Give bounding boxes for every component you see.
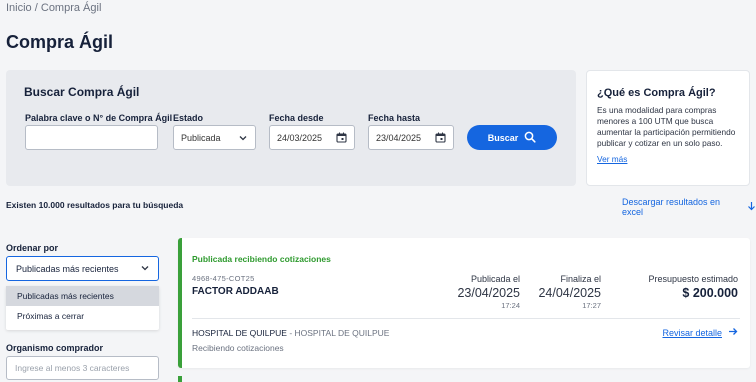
closes-label: Finaliza el bbox=[560, 274, 601, 284]
budget-column: Presupuesto estimado $ 200.000 bbox=[648, 274, 738, 300]
next-result-card-edge bbox=[178, 376, 182, 382]
download-label: Descargar resultados en excel bbox=[622, 197, 721, 217]
review-detail-link[interactable]: Revisar detalle bbox=[662, 327, 738, 338]
arrow-down-icon bbox=[747, 201, 756, 213]
keyword-input[interactable] bbox=[25, 125, 158, 150]
organismo-label: Organismo comprador bbox=[6, 343, 104, 353]
org-unit: HOSPITAL DE QUILPUE bbox=[294, 328, 390, 338]
org-name: HOSPITAL DE QUILPUE bbox=[192, 328, 287, 338]
budget-value: $ 200.000 bbox=[682, 286, 738, 300]
estado-label: Estado bbox=[173, 113, 204, 123]
card-organization: HOSPITAL DE QUILPUE - HOSPITAL DE QUILPU… bbox=[192, 328, 389, 338]
sort-dropdown: Publicadas más recientes Próximas a cerr… bbox=[6, 286, 159, 330]
estado-value: Publicada bbox=[181, 132, 221, 143]
page-title: Compra Ágil bbox=[6, 32, 114, 52]
download-results-link[interactable]: Descargar resultados en excel bbox=[622, 197, 756, 217]
breadcrumb-current: Compra Ágil bbox=[40, 2, 102, 14]
result-card: Publicada recibiendo cotizaciones 4968-4… bbox=[178, 238, 750, 368]
sort-value: Publicadas más recientes bbox=[16, 263, 119, 274]
arrow-right-icon bbox=[728, 327, 738, 338]
card-code: 4968-475-COT25 bbox=[192, 274, 255, 283]
organismo-input[interactable]: Ingrese al menos 3 caracteres bbox=[6, 356, 159, 380]
card-divider bbox=[192, 318, 740, 319]
fecha-hasta-label: Fecha hasta bbox=[368, 113, 421, 123]
org-separator: - bbox=[286, 328, 295, 338]
sort-option[interactable]: Publicadas más recientes bbox=[6, 286, 159, 306]
published-label: Publicada el bbox=[470, 274, 520, 284]
breadcrumb-separator: / bbox=[34, 2, 38, 14]
card-status: Publicada recibiendo cotizaciones bbox=[192, 254, 331, 264]
closes-column: Finaliza el 24/04/2025 17:27 bbox=[538, 274, 601, 310]
card-name: FACTOR ADDAAB bbox=[192, 286, 279, 297]
search-panel: Buscar Compra Ágil Palabra clave o N° de… bbox=[6, 70, 576, 186]
keyword-label: Palabra clave o N° de Compra Ágil bbox=[25, 113, 173, 123]
card-sub-status: Recibiendo cotizaciones bbox=[192, 343, 284, 353]
budget-label: Presupuesto estimado bbox=[648, 274, 738, 284]
closes-date: 24/04/2025 bbox=[538, 286, 601, 300]
chevron-down-icon bbox=[140, 263, 150, 275]
info-title: ¿Qué es Compra Ágil? bbox=[597, 87, 716, 99]
search-panel-title: Buscar Compra Ágil bbox=[24, 85, 140, 99]
info-panel: ¿Qué es Compra Ágil? Es una modalidad pa… bbox=[586, 70, 750, 186]
calendar-icon[interactable] bbox=[336, 132, 347, 143]
closes-time: 17:27 bbox=[582, 301, 601, 310]
sort-option[interactable]: Próximas a cerrar bbox=[6, 306, 159, 326]
breadcrumb-home[interactable]: Inicio bbox=[6, 2, 32, 14]
published-date: 23/04/2025 bbox=[457, 286, 520, 300]
organismo-placeholder: Ingrese al menos 3 caracteres bbox=[15, 363, 130, 373]
fecha-desde-value: 24/03/2025 bbox=[277, 132, 323, 143]
estado-select[interactable]: Publicada bbox=[173, 125, 256, 150]
fecha-desde-label: Fecha desde bbox=[269, 113, 324, 123]
chevron-down-icon bbox=[238, 133, 248, 143]
sort-select[interactable]: Publicadas más recientes bbox=[6, 256, 159, 281]
info-description: Es una modalidad para compras menores a … bbox=[597, 105, 736, 148]
search-button-label: Buscar bbox=[487, 132, 519, 143]
breadcrumb: Inicio / Compra Ágil bbox=[6, 2, 101, 14]
published-column: Publicada el 23/04/2025 17:24 bbox=[457, 274, 520, 310]
review-detail-label: Revisar detalle bbox=[662, 327, 722, 338]
calendar-icon[interactable] bbox=[435, 132, 446, 143]
search-icon bbox=[524, 131, 536, 145]
fecha-hasta-input[interactable]: 23/04/2025 bbox=[368, 125, 454, 150]
sort-label: Ordenar por bbox=[6, 243, 59, 253]
fecha-desde-input[interactable]: 24/03/2025 bbox=[269, 125, 355, 150]
fecha-hasta-value: 23/04/2025 bbox=[376, 132, 422, 143]
published-time: 17:24 bbox=[501, 301, 520, 310]
info-link[interactable]: Ver más bbox=[597, 154, 627, 164]
search-button[interactable]: Buscar bbox=[467, 125, 557, 150]
results-count: Existen 10.000 resultados para tu búsque… bbox=[6, 200, 184, 210]
